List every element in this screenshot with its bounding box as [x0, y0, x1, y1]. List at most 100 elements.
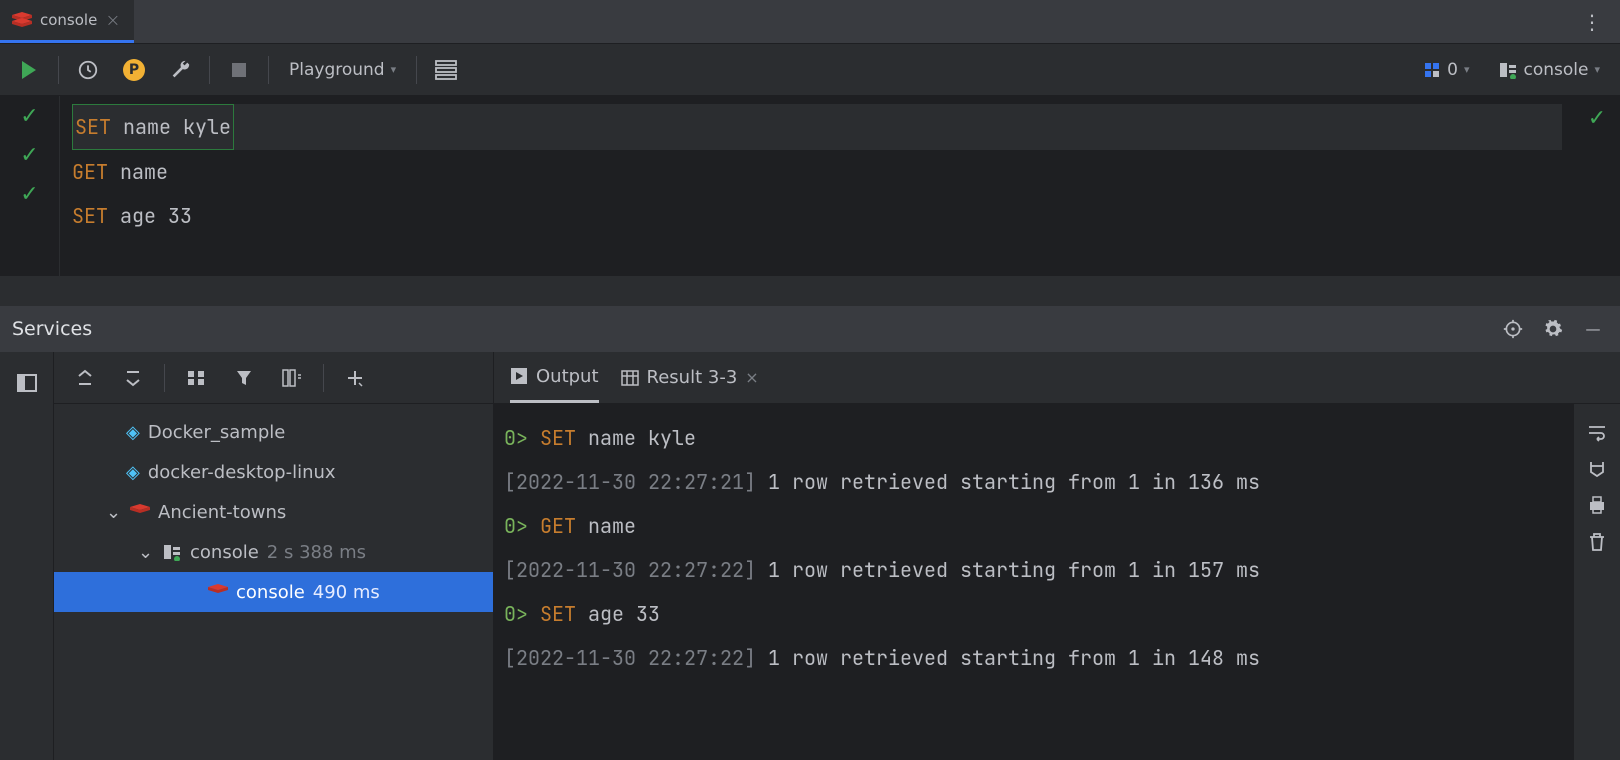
printer-icon: [1587, 496, 1607, 514]
check-icon: ✓: [20, 143, 38, 168]
data-view-button[interactable]: [429, 53, 463, 87]
panel-settings-button[interactable]: [1538, 314, 1568, 344]
columns-icon: [282, 369, 302, 387]
commit-count: 0: [1447, 60, 1458, 80]
tree-item-docker-desktop[interactable]: ◈ docker-desktop-linux: [54, 452, 493, 492]
tree-item-console-session[interactable]: console 2 s 388 ms: [54, 532, 493, 572]
editor-line[interactable]: SET name kyle: [72, 104, 1562, 150]
wrap-icon: [1587, 424, 1607, 442]
crosshair-icon: [1503, 319, 1523, 339]
chevron-down-icon: ▾: [1594, 63, 1600, 76]
filter-icon: [236, 370, 252, 386]
tab-result[interactable]: Result 3-3 ×: [621, 352, 759, 403]
run-button[interactable]: [12, 53, 46, 87]
minimize-panel-button[interactable]: —: [1578, 314, 1608, 344]
redis-icon: [130, 504, 150, 520]
chevron-down-icon: ▾: [391, 63, 397, 76]
group-button[interactable]: [179, 361, 213, 395]
stop-button[interactable]: [222, 53, 256, 87]
expand-all-button[interactable]: [68, 361, 102, 395]
tree-item-label: console: [190, 542, 259, 563]
print-button[interactable]: [1587, 496, 1607, 514]
chevron-down-icon[interactable]: [106, 502, 122, 523]
playground-dropdown[interactable]: Playground ▾: [281, 56, 404, 84]
panel-splitter[interactable]: [0, 276, 1620, 306]
tree-item-docker-sample[interactable]: ◈ Docker_sample: [54, 412, 493, 452]
table-icon: [621, 370, 639, 386]
add-service-button[interactable]: [338, 361, 372, 395]
soft-wrap-button[interactable]: [1587, 424, 1607, 442]
code-editor[interactable]: ✓ ✓ ✓ SET name kyle GET name SET age 33 …: [0, 96, 1620, 276]
layout-button[interactable]: [10, 366, 44, 400]
playground-badge[interactable]: P: [117, 53, 151, 87]
expand-icon: [76, 369, 94, 387]
tree-item-timing: 490 ms: [313, 582, 380, 603]
editor-content[interactable]: SET name kyle GET name SET age 33: [60, 96, 1574, 276]
output-right-rail: [1574, 404, 1620, 760]
history-button[interactable]: [71, 53, 105, 87]
tab-label: Output: [536, 366, 599, 387]
check-icon: ✓: [1588, 106, 1606, 131]
editor-line[interactable]: SET age 33: [72, 194, 1562, 238]
services-left-rail: [0, 352, 54, 760]
stop-icon: [232, 63, 246, 77]
close-icon[interactable]: ×: [105, 10, 120, 31]
services-panel-header: Services —: [0, 306, 1620, 352]
commit-dropdown[interactable]: 0 ▾: [1415, 56, 1477, 84]
services-tree-toolbar: [54, 352, 493, 404]
tree-item-label: console: [236, 582, 305, 603]
datasource-icon: [162, 543, 182, 561]
target-button[interactable]: [1498, 314, 1528, 344]
check-icon: ✓: [20, 104, 38, 129]
chevron-down-icon[interactable]: [138, 542, 154, 563]
services-tree[interactable]: ◈ Docker_sample ◈ docker-desktop-linux A…: [54, 404, 493, 620]
tab-options-menu[interactable]: ⋮: [1566, 0, 1620, 43]
docker-icon: ◈: [126, 422, 140, 443]
check-icon: ✓: [20, 182, 38, 207]
editor-tab-strip: console × ⋮: [0, 0, 1620, 44]
gear-icon: [1543, 319, 1563, 339]
file-tab-console[interactable]: console ×: [0, 0, 134, 43]
redis-icon: [208, 584, 228, 600]
close-icon[interactable]: ×: [745, 368, 758, 387]
collapse-icon: [124, 369, 142, 387]
collapse-all-button[interactable]: [116, 361, 150, 395]
output-console[interactable]: 0> SET name kyle[2022-11-30 22:27:21] 1 …: [494, 404, 1574, 760]
editor-line[interactable]: GET name: [72, 150, 1562, 194]
query-toolbar: P Playground ▾ 0 ▾ console ▾: [0, 44, 1620, 96]
redis-icon: [12, 12, 32, 28]
group-icon: [187, 370, 205, 386]
tree-item-label: Ancient-towns: [158, 502, 286, 523]
clear-button[interactable]: [1588, 532, 1606, 552]
tab-output[interactable]: Output: [510, 352, 599, 403]
editor-gutter: ✓ ✓ ✓: [0, 96, 60, 276]
tree-item-label: Docker_sample: [148, 422, 285, 443]
datasource-icon: [1498, 61, 1518, 79]
scroll-to-end-button[interactable]: [1587, 460, 1607, 478]
table-icon: [435, 60, 457, 80]
history-icon: [77, 59, 99, 81]
tree-item-console-run[interactable]: console 490 ms: [54, 572, 493, 612]
view-options-button[interactable]: [275, 361, 309, 395]
output-tab-strip: Output Result 3-3 ×: [494, 352, 1620, 404]
p-icon: P: [123, 59, 145, 81]
services-tree-column: ◈ Docker_sample ◈ docker-desktop-linux A…: [54, 352, 494, 760]
play-box-icon: [510, 367, 528, 385]
output-column: Output Result 3-3 × 0> SET name kyle[202…: [494, 352, 1620, 760]
panel-title: Services: [12, 318, 92, 340]
layout-icon: [17, 374, 37, 392]
playground-label: Playground: [289, 60, 385, 80]
filter-button[interactable]: [227, 361, 261, 395]
tab-label: Result 3-3: [647, 367, 738, 388]
console-target-dropdown[interactable]: console ▾: [1490, 56, 1609, 84]
services-panel-body: ◈ Docker_sample ◈ docker-desktop-linux A…: [0, 352, 1620, 760]
commit-icon: [1423, 61, 1441, 79]
editor-inspections: ✓: [1574, 96, 1620, 276]
trash-icon: [1588, 532, 1606, 552]
tree-item-label: docker-desktop-linux: [148, 462, 336, 483]
console-label: console: [1524, 60, 1589, 80]
plus-icon: [346, 369, 364, 387]
settings-button[interactable]: [163, 53, 197, 87]
play-icon: [22, 61, 36, 79]
tree-item-ancient-towns[interactable]: Ancient-towns: [54, 492, 493, 532]
